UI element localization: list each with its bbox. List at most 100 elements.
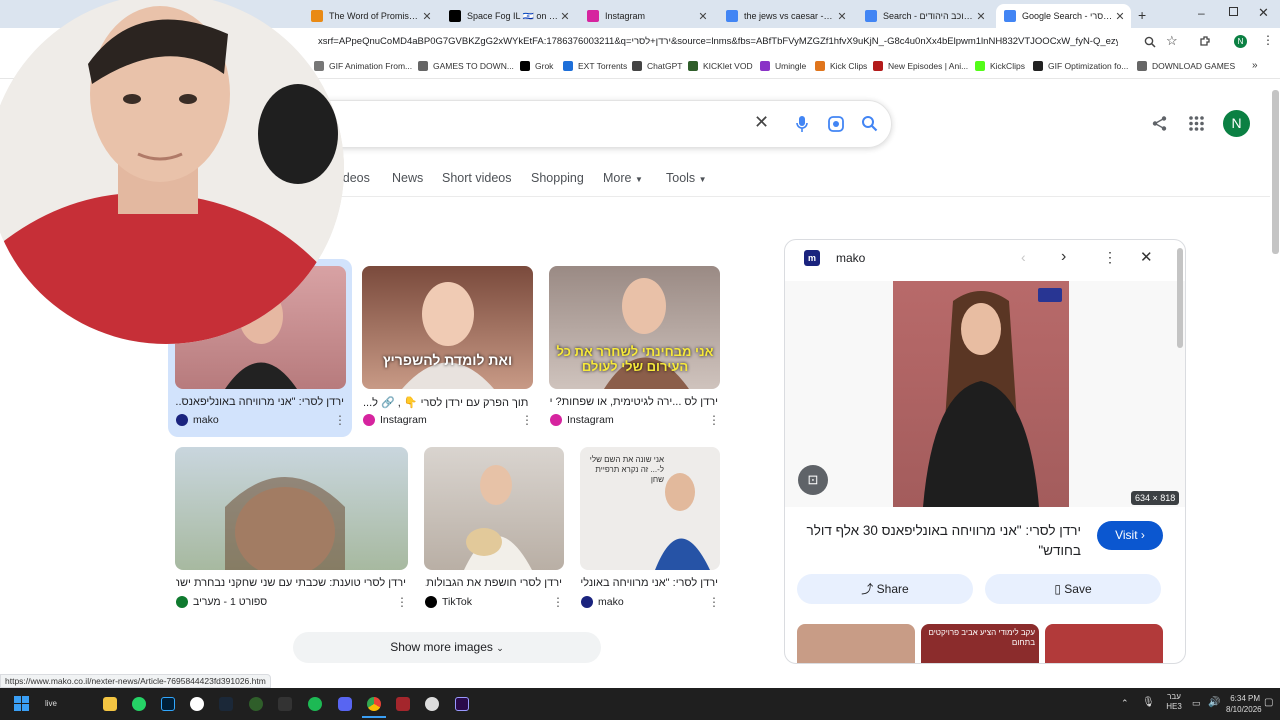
browser-tab[interactable]: Space Fog IL 🇮🇱 on X: "3 ג✕	[441, 4, 576, 28]
spotify-icon[interactable]	[308, 697, 322, 711]
result-caption[interactable]: ירדן לסרי: "אני מרוויחה באונלי...	[581, 577, 718, 589]
app-icon[interactable]	[190, 697, 204, 711]
url-text[interactable]: xsrf=APpeQnuCoMD4aBP0G7GVBKZgG2xWYkEtFA:…	[318, 36, 1118, 47]
result-thumbnail[interactable]: אני מבחינתי לשחרר את כל העירום שלי לעולם	[549, 266, 720, 389]
browser-menu-icon[interactable]: ⋮	[1262, 33, 1274, 47]
close-tab-icon[interactable]: ✕	[420, 10, 434, 23]
tab-more[interactable]: More ▼	[603, 171, 643, 185]
bookmark-item[interactable]: Kick Clips	[815, 61, 867, 71]
result-source[interactable]: mako	[581, 596, 624, 608]
close-tab-icon[interactable]: ✕	[835, 10, 849, 23]
panel-scrollbar[interactable]	[1177, 248, 1183, 348]
result-source[interactable]: ספורט 1 - מעריב	[176, 596, 267, 608]
result-caption[interactable]: ירדן לס ...ירה לגיטימית, או שפחות? ירדן …	[550, 396, 718, 408]
bookmark-item[interactable]: GAMES TO DOWN...	[418, 61, 514, 71]
apps-grid-icon[interactable]	[1188, 115, 1205, 132]
profile-avatar[interactable]: N	[1234, 35, 1247, 48]
share-page-icon[interactable]	[1151, 115, 1168, 132]
result-more-icon[interactable]: ⋮	[396, 595, 408, 609]
notifications-icon[interactable]: ▢	[1264, 697, 1273, 708]
page-scrollbar[interactable]	[1272, 90, 1279, 254]
result-thumbnail[interactable]: ואת לומדת להשפריץ	[362, 266, 533, 389]
result-source[interactable]: TikTok	[425, 596, 472, 608]
live-widget-icon[interactable]: live	[45, 699, 57, 708]
browser-tab[interactable]: Google Search - ירדן לסרי✕	[996, 4, 1131, 28]
volume-icon[interactable]: 🔊	[1208, 697, 1220, 708]
panel-more-options-icon[interactable]: ⋮	[1103, 249, 1117, 266]
result-more-icon[interactable]: ⋮	[708, 595, 720, 609]
taskbar-clock[interactable]: 6:34 PM 8/10/2026	[1226, 693, 1262, 715]
lens-search-icon[interactable]	[827, 115, 845, 133]
panel-source-name[interactable]: mako	[836, 251, 865, 265]
result-source[interactable]: Instagram	[363, 414, 427, 426]
previous-image-icon[interactable]: ‹	[1021, 249, 1026, 265]
browser-tab[interactable]: Instagram ✕	[579, 4, 714, 28]
bookmark-item[interactable]: KickClips	[975, 61, 1025, 71]
premiere-icon[interactable]	[455, 697, 469, 711]
voice-search-icon[interactable]	[795, 115, 809, 133]
discord-icon[interactable]	[338, 697, 352, 711]
bookmark-item[interactable]: GIF Animation From...	[314, 61, 412, 71]
account-avatar[interactable]: N	[1223, 110, 1250, 137]
minimize-button[interactable]: –	[1198, 6, 1205, 20]
bookmark-item[interactable]: ChatGPT	[632, 61, 682, 71]
bookmark-item[interactable]: Grok	[520, 61, 553, 71]
tab-news[interactable]: News	[392, 171, 423, 185]
show-more-images-button[interactable]: Show more images ⌄	[293, 632, 601, 663]
file-explorer-icon[interactable]	[103, 697, 117, 711]
result-source[interactable]: mako	[176, 414, 219, 426]
result-caption[interactable]: תוך הפרק עם ירדן לסרי 👇 , 🔗 ל...	[363, 396, 531, 409]
bookmark-item[interactable]: New Episodes | Ani...	[873, 61, 968, 71]
result-caption[interactable]: ירדן לסרי חושפת את הגבולות...	[425, 577, 562, 589]
result-thumbnail[interactable]	[175, 447, 408, 570]
steam-icon[interactable]	[219, 697, 233, 711]
search-icon[interactable]	[861, 115, 878, 132]
bookmarks-overflow-icon[interactable]: »	[1252, 60, 1258, 71]
close-tab-icon[interactable]: ✕	[1113, 10, 1127, 23]
chrome-icon[interactable]	[367, 697, 381, 711]
bookmark-item[interactable]: DOWNLOAD GAMES	[1137, 61, 1235, 71]
preview-image[interactable]	[893, 281, 1069, 507]
close-tab-icon[interactable]: ✕	[696, 10, 710, 23]
maximize-button[interactable]	[1229, 7, 1238, 16]
close-tab-icon[interactable]: ✕	[558, 10, 572, 23]
tray-overflow-icon[interactable]: ⌃	[1121, 698, 1129, 709]
app-icon[interactable]	[249, 697, 263, 711]
extensions-icon[interactable]	[1199, 35, 1211, 47]
bookmark-item[interactable]: GIF Optimization fo...	[1033, 61, 1128, 71]
network-icon[interactable]: ▭	[1192, 698, 1201, 709]
save-button[interactable]: ▯ Save	[985, 574, 1161, 604]
photoshop-icon[interactable]	[161, 697, 175, 711]
bookmark-item[interactable]: Umingle	[760, 61, 806, 71]
tab-shopping[interactable]: Shopping	[531, 171, 584, 185]
windows-start-icon[interactable]	[14, 696, 29, 711]
lens-search-image-icon[interactable]: ⊡	[798, 465, 828, 495]
close-tab-icon[interactable]: ✕	[974, 10, 988, 23]
bookmark-item[interactable]: EXT Torrents	[563, 61, 627, 71]
app-icon[interactable]	[396, 697, 410, 711]
bookmark-star-icon[interactable]: ☆	[1166, 33, 1178, 49]
app-icon[interactable]	[278, 697, 292, 711]
zoom-icon[interactable]	[1144, 36, 1156, 48]
tab-tools[interactable]: Tools ▼	[666, 171, 707, 185]
whatsapp-icon[interactable]	[132, 697, 146, 711]
next-image-icon[interactable]: ›	[1061, 248, 1066, 266]
tab-short-videos[interactable]: Short videos	[442, 171, 511, 185]
result-more-icon[interactable]: ⋮	[552, 595, 564, 609]
bookmark-item[interactable]: KICKlet VOD	[688, 61, 753, 71]
result-caption[interactable]: ירדן לסרי טוענת: שכבתי עם שני שחקני נבחר…	[176, 577, 406, 589]
language-indicator[interactable]: עבר HE3	[1163, 692, 1185, 712]
result-more-icon[interactable]: ⋮	[708, 413, 720, 427]
clear-search-icon[interactable]: ✕	[754, 112, 769, 133]
close-panel-icon[interactable]: ✕	[1140, 248, 1153, 266]
panel-title[interactable]: ירדן לסרי: "אני מרוויחה באונליפאנס 30 אל…	[797, 521, 1081, 561]
result-thumbnail[interactable]: אני שונה את השם שלי ל-... זה נקרא תרפיית…	[580, 447, 720, 570]
visit-button[interactable]: Visit ›	[1097, 521, 1163, 550]
new-tab-button[interactable]: +	[1138, 7, 1146, 23]
result-caption[interactable]: ירדן לסרי: "אני מרוויחה באונליפאנס...	[176, 396, 344, 408]
app-icon[interactable]	[425, 697, 439, 711]
result-source[interactable]: Instagram	[550, 414, 614, 426]
share-button[interactable]: ⤴ Share	[797, 574, 973, 604]
browser-tab[interactable]: Search - הרוכב היהודים ✕	[857, 4, 992, 28]
related-thumbnail[interactable]	[1045, 624, 1163, 663]
